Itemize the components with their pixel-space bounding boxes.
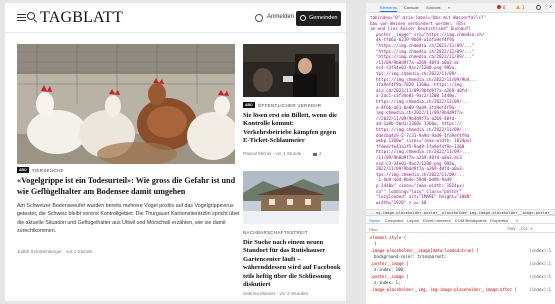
user-icon[interactable] <box>255 14 263 22</box>
devtools-panel[interactable]: Elements Console Sources » 6 1 ⋮ ✕ tabin… <box>366 3 555 304</box>
main-story-lead: Am Schweizer Bodenseeufer wurden bereits… <box>17 203 240 234</box>
site-header: TAGBLATT Anmelden Gemeinden <box>5 3 346 33</box>
tab-elements[interactable]: Elements <box>380 5 397 10</box>
dom-tree-line[interactable]: width="1920" > == $0 <box>376 200 555 206</box>
styles-subtab-bar: Styles Computed Layout Event Listeners D… <box>366 217 555 224</box>
website-viewport[interactable]: TAGBLATT Anmelden Gemeinden ABO TIERSEUC… <box>5 3 346 301</box>
tab-styles[interactable]: Styles <box>369 218 380 223</box>
side-story-2-image[interactable] <box>243 171 339 224</box>
css-property[interactable]: z-index: 100; <box>374 267 554 273</box>
side-story-1-byline: Pascal Michel · vor 1 Stunde <box>243 151 302 156</box>
main-story-image[interactable] <box>17 44 235 164</box>
tab-more[interactable]: » <box>448 5 450 10</box>
chickens-photo <box>17 44 235 164</box>
side-story-2-kicker-row: NACHBARSCHAFTSSTREIT <box>243 228 308 236</box>
abo-badge: ABO <box>17 167 29 173</box>
tab-sources[interactable]: Sources <box>426 5 441 10</box>
css-property[interactable]: } <box>374 241 554 247</box>
tab-computed[interactable]: Computed <box>385 218 403 223</box>
styles-filter-input[interactable] <box>369 226 499 232</box>
main-story-kicker-row: ABO TIERSEUCHE <box>17 166 64 174</box>
css-source-link[interactable]: (index):1 <box>529 287 551 293</box>
menu-icon[interactable] <box>17 14 26 21</box>
login-link[interactable]: Anmelden <box>267 14 294 20</box>
search-icon[interactable] <box>27 12 35 20</box>
styles-filter-bar: :hov .cls + <box>366 225 555 233</box>
side-story-2-kicker: NACHBARSCHAFTSSTREIT <box>243 229 309 235</box>
tab-dom-breakpoints[interactable]: DOM Breakpoints <box>455 218 487 223</box>
error-icon <box>497 5 501 9</box>
tab-properties[interactable]: Properties <box>490 218 508 223</box>
css-selector[interactable]: .image-placeholder__img, img.image-place… <box>370 287 550 293</box>
screen: TAGBLATT Anmelden Gemeinden ABO TIERSEUC… <box>0 0 555 304</box>
side-story-1-image[interactable] <box>243 44 339 97</box>
main-story-headline[interactable]: «Vogelgrippe ist ein Todesurteil»: Wie g… <box>17 176 242 197</box>
side-story-1-comment-count[interactable]: 2 <box>319 151 322 156</box>
location-icon <box>300 15 306 21</box>
error-count[interactable]: 6 <box>503 5 505 10</box>
warning-count[interactable]: 1 <box>522 5 524 10</box>
abo-badge: ABO <box>243 102 255 108</box>
css-property[interactable]: background-color: transparent; <box>374 254 554 260</box>
active-tab-indicator <box>380 11 397 12</box>
side-story-1-kicker-row: ABO ÖFFENTLICHER VERKEHR <box>243 101 321 109</box>
devtools-tab-bar: Elements Console Sources » 6 1 ⋮ ✕ <box>366 3 555 13</box>
side-story-1-headline[interactable]: Sie lösen erst ein Billett, wenn die Kon… <box>243 112 343 146</box>
styles-filter-tools[interactable]: :hov .cls + <box>506 226 533 231</box>
site-logo[interactable]: TAGBLATT <box>40 9 123 27</box>
municipalities-button[interactable]: Gemeinden <box>296 11 341 26</box>
side-story-2-headline[interactable]: Die Suche nach einem neuen Standort für … <box>243 239 343 289</box>
municipalities-button-label: Gemeinden <box>309 15 338 21</box>
ticket-control-photo <box>243 44 339 97</box>
tab-console[interactable]: Console <box>404 5 419 10</box>
tab-event-listeners[interactable]: Event Listeners <box>423 218 451 223</box>
side-story-2-byline: Sabrina Manser · vor 2 Stunden <box>243 291 309 296</box>
settings-gear-icon[interactable] <box>536 5 541 10</box>
garden-center-photo <box>243 171 339 224</box>
main-story-kicker: TIERSEUCHE <box>31 167 64 173</box>
css-property[interactable]: z-index: 1; <box>374 280 554 286</box>
comment-icon <box>313 153 317 156</box>
close-icon[interactable]: ✕ <box>549 4 552 10</box>
warning-icon <box>516 5 520 9</box>
tab-more-panels[interactable]: » <box>516 218 518 223</box>
breadcrumb[interactable]: ...ng.image-placeholder.poster__placehol… <box>366 209 555 216</box>
side-story-1-kicker: ÖFFENTLICHER VERKEHR <box>257 102 322 108</box>
main-story-byline: Judith Schönenberger · vor 1 Stunde <box>17 249 93 254</box>
tab-layout[interactable]: Layout <box>407 218 419 223</box>
